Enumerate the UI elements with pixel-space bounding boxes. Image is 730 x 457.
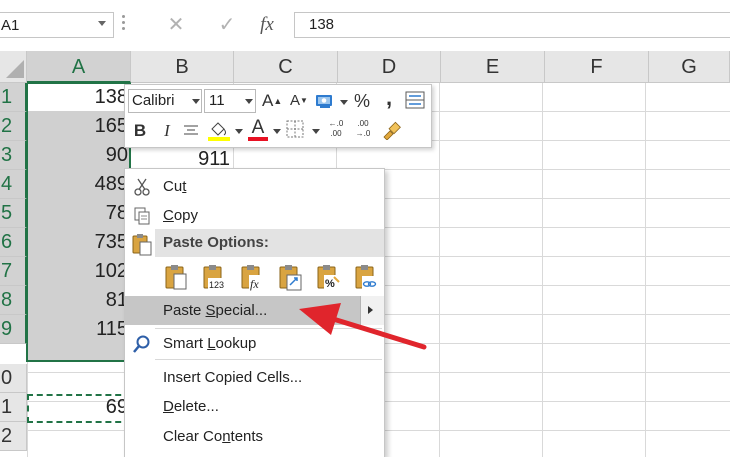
annotation-arrow — [299, 303, 427, 350]
